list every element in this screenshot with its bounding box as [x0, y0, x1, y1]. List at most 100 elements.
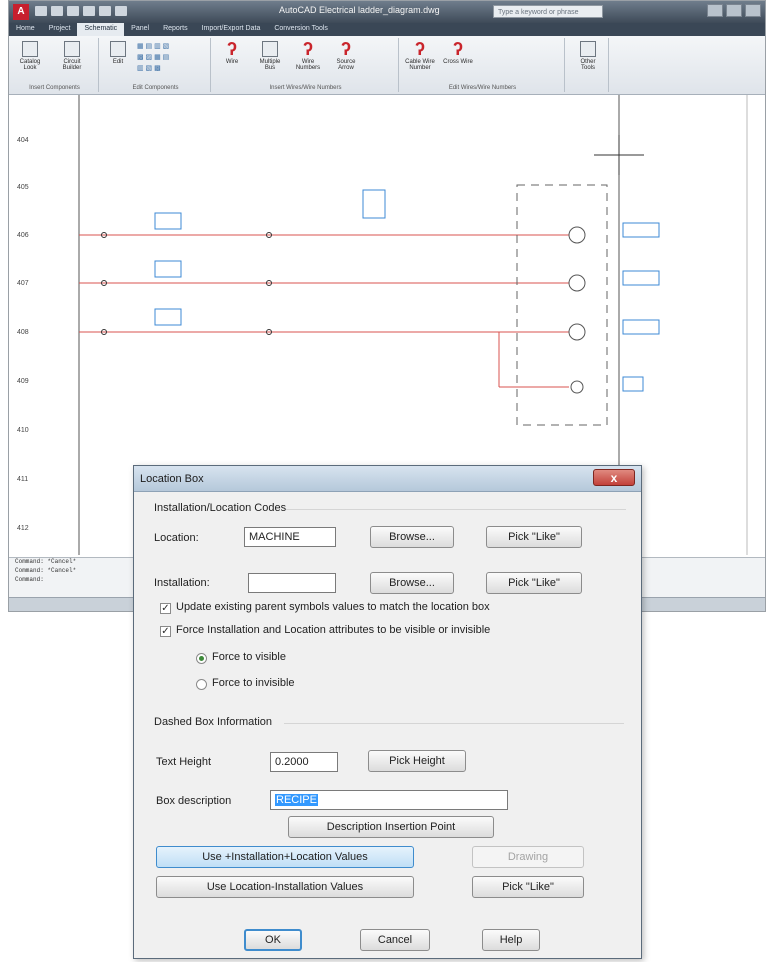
tab-home[interactable]: Home — [9, 23, 42, 36]
window-title: AutoCAD Electrical ladder_diagram.dwg — [279, 5, 440, 15]
force-visible-checkbox[interactable]: ✓ — [160, 626, 171, 637]
tab-project[interactable]: Project — [42, 23, 78, 36]
rung-number: 404 — [17, 137, 29, 144]
edit-component-button[interactable]: Edit — [103, 41, 133, 65]
tab-panel[interactable]: Panel — [124, 23, 156, 36]
rung-number: 408 — [17, 329, 29, 336]
rung-number: 406 — [17, 232, 29, 239]
maximize-button[interactable] — [726, 4, 742, 17]
force-to-visible-radio[interactable] — [196, 653, 207, 664]
use-location-installation-values-button[interactable]: Use Location-Installation Values — [156, 876, 414, 898]
rung-409 — [498, 332, 584, 394]
cable-wire-icon: ʔ — [414, 39, 425, 59]
source-arrow-icon: ʔ — [340, 39, 351, 59]
title-bar: A AutoCAD Electrical ladder_diagram.dwg … — [9, 1, 765, 23]
description-insertion-point-button[interactable]: Description Insertion Point — [288, 816, 494, 838]
section-divider — [284, 723, 624, 724]
drawing-button[interactable]: Drawing — [472, 846, 584, 868]
installation-label: Installation: — [154, 577, 210, 589]
undo-icon[interactable] — [83, 6, 95, 16]
app-logo-icon[interactable]: A — [13, 4, 29, 20]
rung-number: 409 — [17, 378, 29, 385]
box-description-selected-text: RECIPE — [275, 794, 318, 806]
force-to-invisible-radio[interactable] — [196, 679, 207, 690]
pick-height-button[interactable]: Pick Height — [368, 750, 466, 772]
use-installation-location-values-button[interactable]: Use +Installation+Location Values — [156, 846, 414, 868]
cross-wire-button[interactable]: ʔ Cross Wire — [443, 39, 473, 65]
rung-number: 412 — [17, 525, 29, 532]
cross-wire-icon: ʔ — [452, 39, 463, 59]
help-button[interactable]: Help — [482, 929, 540, 951]
force-to-visible-label: Force to visible — [212, 651, 286, 663]
installation-pick-like-button[interactable]: Pick "Like" — [486, 572, 582, 594]
plot-icon[interactable] — [115, 6, 127, 16]
tab-import-export[interactable]: Import/Export Data — [195, 23, 268, 36]
rung-number: 411 — [17, 476, 29, 483]
catalog-icon — [22, 41, 38, 57]
redo-icon[interactable] — [99, 6, 111, 16]
catalog-look-button[interactable]: Catalog Look — [15, 41, 45, 71]
rung-number: 405 — [17, 184, 29, 191]
ribbon-panel: Catalog Look Circuit Builder Insert Comp… — [9, 36, 765, 95]
cancel-button[interactable]: Cancel — [360, 929, 430, 951]
component-tags — [154, 189, 660, 392]
force-visible-label: Force Installation and Location attribut… — [176, 624, 491, 636]
ribbon-group-other: Other Tools — [567, 38, 609, 92]
help-search-input[interactable]: Type a keyword or phrase — [493, 5, 603, 18]
close-icon[interactable]: x — [593, 469, 635, 486]
ribbon-tabs: Home Project Schematic Panel Reports Imp… — [9, 23, 765, 36]
circuit-builder-icon — [64, 41, 80, 57]
update-parent-checkbox[interactable]: ✓ — [160, 603, 171, 614]
box-description-field[interactable]: RECIPE — [270, 790, 508, 810]
ribbon-group-edit-components: Edit ▦ ▤ ▥ ▧ ▩ ▨ ▦ ▤ ▥ ▧ ▩ Edit Components — [101, 38, 211, 92]
other-tools-button[interactable]: Other Tools — [573, 41, 603, 71]
multiple-bus-button[interactable]: Multiple Bus — [255, 41, 285, 71]
rung-408 — [79, 323, 586, 341]
wire-icon: ʔ — [226, 39, 237, 59]
open-icon[interactable] — [51, 6, 63, 16]
installation-field[interactable] — [248, 573, 336, 593]
edit-components-tools[interactable]: ▦ ▤ ▥ ▧ ▩ ▨ ▦ ▤ ▥ ▧ ▩ — [137, 41, 207, 74]
wire-numbers-button[interactable]: ʔ Wire Numbers — [293, 39, 323, 71]
minimize-button[interactable] — [707, 4, 723, 17]
window-controls — [707, 4, 761, 17]
source-arrow-button[interactable]: ʔ Source Arrow — [331, 39, 361, 71]
dialog-title: Location Box — [140, 473, 204, 485]
text-height-label: Text Height — [156, 756, 212, 768]
pick-like-values-button[interactable]: Pick "Like" — [472, 876, 584, 898]
ribbon-group-insert-components: Catalog Look Circuit Builder Insert Comp… — [11, 38, 99, 92]
location-box-dialog: Location Box x Installation/Location Cod… — [133, 465, 642, 959]
force-to-invisible-label: Force to invisible — [212, 677, 295, 689]
section-dashed-box-information: Dashed Box Information — [154, 716, 273, 728]
cable-wire-number-button[interactable]: ʔ Cable Wire Number — [405, 39, 435, 71]
ok-button[interactable]: OK — [244, 929, 302, 951]
tab-schematic[interactable]: Schematic — [77, 23, 125, 36]
ribbon-group-edit-wires: ʔ Cable Wire Number ʔ Cross Wire Edit Wi… — [401, 38, 565, 92]
rung-number: 407 — [17, 280, 29, 287]
close-window-button[interactable] — [745, 4, 761, 17]
section-divider — [286, 509, 626, 510]
quick-access-toolbar — [35, 6, 127, 16]
dialog-title-bar[interactable]: Location Box x — [134, 466, 641, 492]
tab-reports[interactable]: Reports — [156, 23, 195, 36]
save-icon[interactable] — [67, 6, 79, 16]
location-label: Location: — [154, 532, 199, 544]
tab-conversion-tools[interactable]: Conversion Tools — [267, 23, 335, 36]
wire-numbers-icon: ʔ — [302, 39, 313, 59]
section-installation-location-codes: Installation/Location Codes — [154, 502, 287, 514]
box-description-label: Box description — [156, 795, 232, 807]
new-icon[interactable] — [35, 6, 47, 16]
text-height-field[interactable]: 0.2000 — [270, 752, 338, 772]
edit-icon — [110, 41, 126, 57]
multiple-bus-icon — [262, 41, 278, 57]
location-browse-button[interactable]: Browse... — [370, 526, 454, 548]
other-tools-icon — [580, 41, 596, 57]
rung-number: 410 — [17, 427, 29, 434]
circuit-builder-button[interactable]: Circuit Builder — [57, 41, 87, 71]
update-parent-label: Update existing parent symbols values to… — [176, 601, 490, 613]
location-field[interactable]: MACHINE — [244, 527, 336, 547]
installation-browse-button[interactable]: Browse... — [370, 572, 454, 594]
ribbon-group-insert-wires: ʔ Wire Multiple Bus ʔ Wire Numbers ʔ Sou… — [213, 38, 399, 92]
wire-button[interactable]: ʔ Wire — [217, 39, 247, 65]
location-pick-like-button[interactable]: Pick "Like" — [486, 526, 582, 548]
